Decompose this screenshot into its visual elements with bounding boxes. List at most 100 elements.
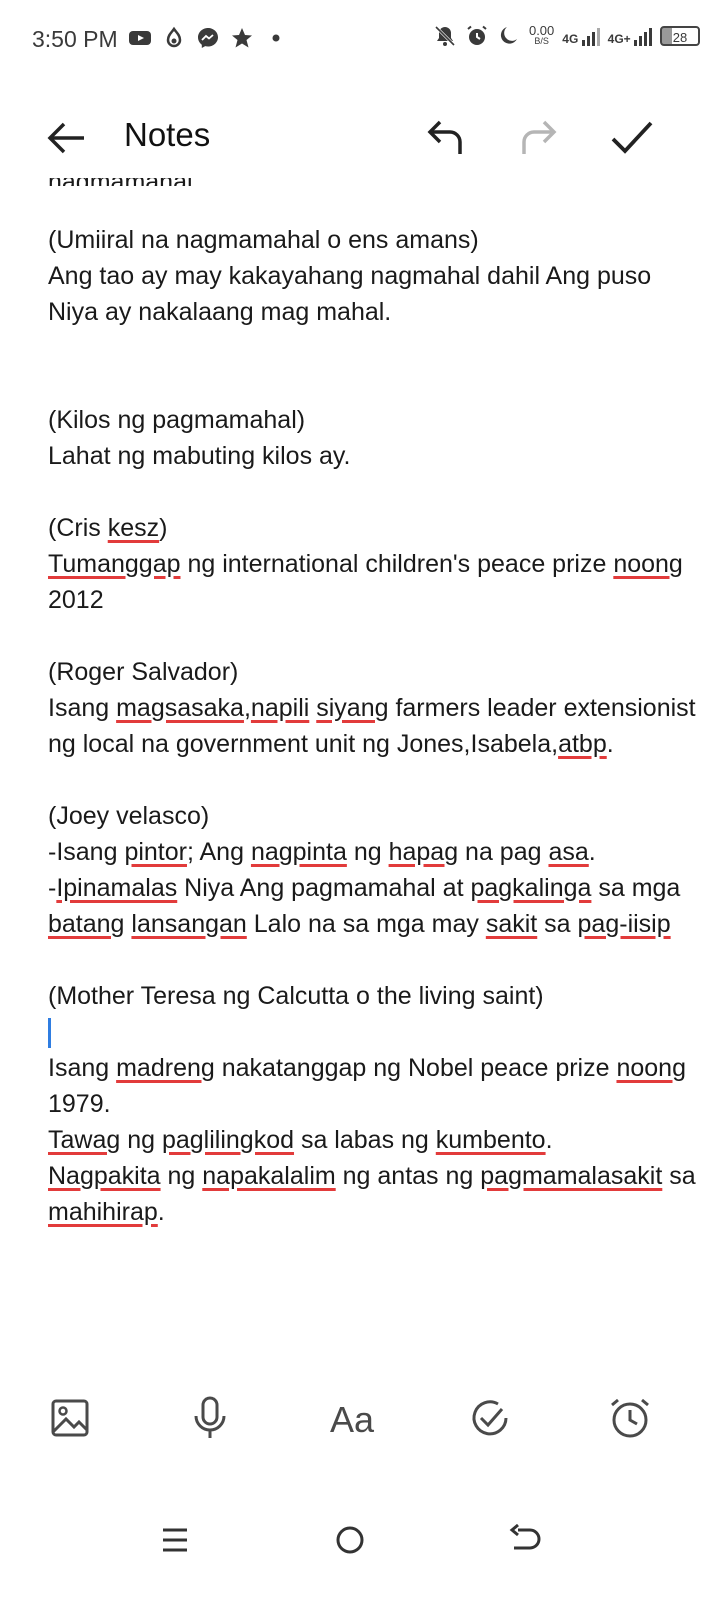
text-run: , [243, 694, 251, 722]
text-run: sa labas ng [294, 1126, 436, 1154]
back-button[interactable] [40, 114, 92, 166]
text-run: ng international children's peace prize [180, 550, 614, 578]
spellcheck-word: pintor [124, 838, 187, 866]
text-run: Lalo na sa mga may [246, 910, 486, 938]
spellcheck-word: asa [548, 838, 589, 866]
network-speed-value: 0.00 [528, 23, 555, 38]
spellcheck-word: lansangan [131, 910, 247, 938]
spellcheck-word: sakit [485, 910, 538, 938]
note-line: Lahat ng mabuting kilos ay. [48, 442, 351, 470]
network-speed: 0.00 B/S [528, 23, 555, 47]
moon-icon [497, 24, 521, 48]
nav-back-button[interactable] [495, 1512, 555, 1572]
text-run: Isang [48, 1054, 117, 1082]
star-icon [230, 26, 254, 50]
spellcheck-word: noong [613, 550, 683, 578]
spellcheck-word: kumbento [435, 1126, 546, 1154]
note-line: Isang magsasaka,napili siyang farmers le… [48, 690, 698, 762]
spellcheck-word: noong [616, 1054, 686, 1082]
signal-2-label: 4G+ [607, 32, 631, 46]
text-run: (Cris [48, 514, 108, 542]
save-check-button[interactable] [606, 114, 658, 166]
note-editor[interactable]: nagmamahal (Umiiral na nagmamahal o ens … [48, 178, 698, 1368]
text-run: nakatanggap ng Nobel peace prize [214, 1054, 617, 1082]
home-icon [334, 1524, 366, 1561]
spellcheck-word: napakalalim [202, 1162, 336, 1190]
reminder-button[interactable] [600, 1390, 660, 1450]
status-time: 3:50 PM [32, 26, 118, 52]
spellcheck-word: pagmamalasakit [480, 1162, 663, 1190]
page-title: Notes [124, 116, 211, 153]
text-run: ng [160, 1162, 203, 1190]
spellcheck-word: paglilingkod [161, 1126, 295, 1154]
text-run: Isang [48, 694, 117, 722]
spellcheck-word: siyang [316, 694, 389, 722]
text-run: Niya Ang pagmamahal at [177, 874, 471, 902]
font-icon: Aa [329, 1399, 375, 1440]
spellcheck-word: nagpinta [250, 838, 347, 866]
spellcheck-word: magsasaka [116, 694, 244, 722]
text-run: 2012 [48, 586, 104, 614]
spellcheck-word: batang [48, 910, 125, 938]
cursor-line [48, 1014, 698, 1050]
app-icon [162, 26, 186, 50]
text-format-button[interactable]: Aa [320, 1390, 384, 1450]
youtube-icon [128, 26, 152, 50]
spellcheck-word: Nagpakita [48, 1162, 161, 1190]
text-run: ng [120, 1126, 162, 1154]
note-line: -Ipinamalas Niya Ang pagmamahal at pagka… [48, 870, 698, 942]
undo-icon [424, 116, 468, 165]
note-line: Tumanggap ng international children's pe… [48, 546, 698, 618]
note-clipped-line: nagmamahal [48, 178, 193, 186]
text-run: sa mga [591, 874, 681, 902]
checklist-button[interactable] [460, 1390, 520, 1450]
text-cursor [48, 1018, 51, 1049]
signal-1: 4G [562, 26, 600, 46]
spellcheck-word: hapag [388, 838, 459, 866]
nav-menu-button[interactable] [145, 1512, 205, 1572]
text-run: na pag [458, 838, 549, 866]
status-bar: 3:50 PM 0.00 B/S 4G 4G+ 28 [0, 0, 720, 80]
spellcheck-word: pag-iisip [577, 910, 671, 938]
note-line: (Mother Teresa ng Calcutta o the living … [48, 982, 544, 1010]
note-line: (Cris kesz) [48, 510, 698, 546]
notes-toolbar [0, 100, 720, 180]
dot-icon [264, 26, 288, 50]
text-run: 1979. [48, 1090, 111, 1118]
image-icon [50, 1398, 90, 1443]
text-run: -Isang [48, 838, 125, 866]
signal-1-label: 4G [562, 32, 579, 46]
note-line: Isang madreng nakatanggap ng Nobel peace… [48, 1050, 698, 1122]
nav-home-button[interactable] [320, 1512, 380, 1572]
checklist-icon [469, 1397, 511, 1444]
spellcheck-word: Tumanggap [48, 550, 181, 578]
text-run: ng antas ng [335, 1162, 481, 1190]
menu-icon [159, 1524, 191, 1561]
spellcheck-word: kesz [107, 514, 160, 542]
text-run: ) [159, 514, 168, 542]
insert-image-button[interactable] [40, 1390, 100, 1450]
text-run: ; Ang [186, 838, 251, 866]
note-line: (Joey velasco) [48, 802, 210, 830]
system-nav-bar [0, 1512, 720, 1612]
spellcheck-word: madreng [116, 1054, 215, 1082]
back-arrow-icon [44, 116, 88, 165]
note-line: Nagpakita ng napakalalim ng antas ng pag… [48, 1158, 698, 1230]
undo-button[interactable] [420, 114, 472, 166]
text-run: . [606, 730, 614, 758]
check-icon [609, 115, 655, 166]
redo-button[interactable] [512, 114, 564, 166]
battery-indicator: 28 [660, 26, 700, 46]
alarm-icon [465, 24, 489, 48]
note-line: Tawag ng paglilingkod sa labas ng kumben… [48, 1122, 698, 1158]
voice-input-button[interactable] [180, 1390, 240, 1450]
text-run: sa [662, 1162, 696, 1190]
text-run: . [545, 1126, 553, 1154]
text-run: sa [537, 910, 578, 938]
system-icons: 0.00 B/S 4G 4G+ 28 [433, 24, 700, 48]
note-line: (Umiiral na nagmamahal o ens amans) [48, 226, 479, 254]
text-run: . [157, 1198, 165, 1226]
spellcheck-word: napili [250, 694, 310, 722]
spellcheck-word: Ipinamalas [56, 874, 178, 902]
spellcheck-word: mahihirap [48, 1198, 158, 1226]
